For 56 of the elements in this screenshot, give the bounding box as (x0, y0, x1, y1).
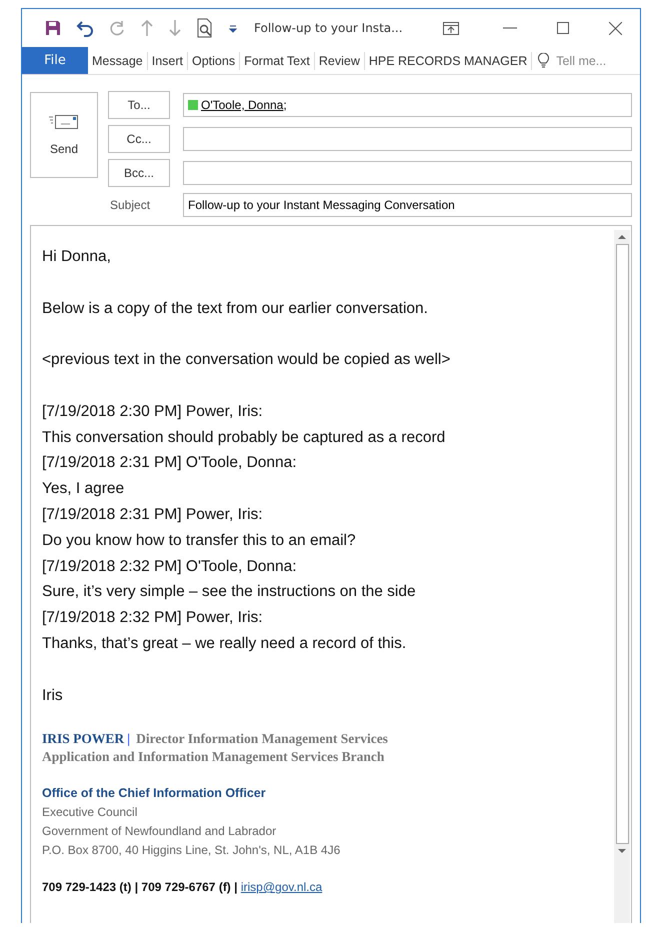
ribbon-display-icon[interactable] (443, 22, 459, 34)
email-link[interactable]: irisp@gov.nl.ca (240, 880, 322, 894)
address-field[interactable] (183, 127, 632, 151)
signature-divider: | (127, 731, 130, 748)
window-title: Follow-up to your Insta... (254, 21, 403, 35)
minimize-icon[interactable] (503, 27, 517, 29)
ribbon-tab[interactable]: HPE RECORDS MANAGER (364, 54, 532, 68)
signature-title: Director Information Management Services (136, 730, 388, 748)
recipient-name[interactable]: O'Toole, Donna (201, 98, 284, 112)
print-preview-icon[interactable] (196, 18, 214, 38)
scroll-thumb[interactable] (616, 244, 628, 844)
body-text: Hi Donna, (42, 247, 112, 267)
signature-address: P.O. Box 8700, 40 Higgins Line, St. John's, NL, A1B 4J6 (42, 842, 342, 860)
body-text: [7/19/2018 2:31 PM] Power, Iris: (42, 504, 264, 525)
signature-address: Executive Council (42, 804, 138, 822)
signature-contact: 709 729-1423 (t) | 709 729-6767 (f) | (42, 880, 238, 894)
ribbon-tab[interactable]: Options (188, 54, 240, 68)
body-text: [7/19/2018 2:31 PM] O'Toole, Donna: (42, 453, 298, 474)
save-icon[interactable] (44, 19, 62, 37)
signature-office: Office of the Chief Information Officer (42, 785, 267, 802)
recipient-separator: ; (283, 98, 287, 112)
body-text: Below is a copy of the text from our earlier conversation. (42, 298, 429, 319)
body-text: This conversation should probably be captured as a record (42, 428, 446, 448)
subject-field[interactable]: Follow-up to your Instant Messaging Conversation (183, 193, 632, 217)
body-text: Thanks, that’s great – we really need a record of this. (42, 634, 408, 654)
ribbon-tab[interactable]: Message (88, 54, 147, 68)
address-button[interactable]: To... (108, 91, 170, 119)
address-button[interactable]: Cc... (108, 125, 170, 153)
address-field[interactable] (183, 161, 632, 185)
body-text: <previous text in the conversation would be copied as well> (42, 350, 452, 370)
body-text: Sure, it’s very simple – see the instructions on the side (42, 582, 417, 602)
ribbon-tab[interactable]: Insert (148, 54, 187, 68)
message-body[interactable] (30, 225, 632, 923)
body-text: [7/19/2018 2:32 PM] Power, Iris: (42, 608, 264, 628)
body-text: Yes, I agree (42, 479, 126, 500)
customize-dropdown-icon[interactable] (228, 23, 238, 33)
subject-label: Subject (109, 198, 152, 212)
scrollbar[interactable] (614, 230, 630, 923)
address-field[interactable]: O'Toole, Donna; (183, 93, 632, 117)
undo-icon[interactable] (76, 19, 94, 37)
body-text: Do you know how to transfer this to an email? (42, 530, 357, 551)
file-tab[interactable]: File (22, 47, 88, 74)
envelope-icon (49, 114, 79, 130)
body-text: [7/19/2018 2:30 PM] Power, Iris: (42, 402, 264, 422)
body-text: Iris (42, 686, 64, 706)
close-icon[interactable] (609, 22, 622, 34)
lightbulb-icon (538, 53, 550, 68)
signature-address: Government of Newfoundland and Labrador (42, 823, 278, 840)
ribbon-tab[interactable]: Review (314, 54, 364, 68)
maximize-icon[interactable] (557, 22, 569, 34)
address-button[interactable]: Bcc... (108, 159, 170, 187)
signature-branch: Application and Information Management Services Branch (42, 748, 386, 766)
ribbon-tab[interactable]: Format Text (240, 54, 314, 68)
signature-name: IRIS POWER (42, 731, 124, 748)
body-text: [7/19/2018 2:32 PM] O'Toole, Donna: (42, 556, 298, 577)
send-button[interactable]: Send (30, 92, 98, 178)
